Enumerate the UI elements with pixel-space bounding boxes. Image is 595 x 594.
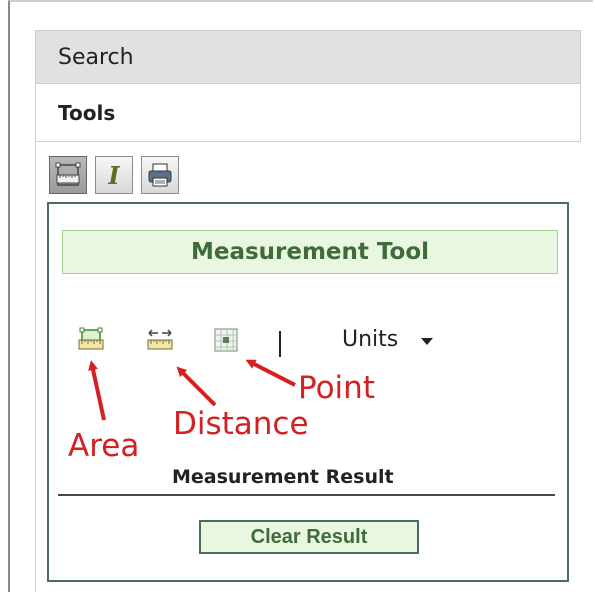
point-arrow — [245, 359, 296, 387]
clear-result-button[interactable]: Clear Result — [199, 520, 419, 554]
annotation-arrows — [88, 359, 296, 421]
area-annotation-label: Area — [68, 428, 140, 464]
measurement-result-label: Measurement Result — [172, 466, 394, 488]
result-divider — [58, 494, 555, 496]
distance-arrow — [176, 366, 217, 407]
area-arrow — [88, 360, 106, 421]
point-annotation-label: Point — [298, 370, 375, 406]
distance-annotation-label: Distance — [173, 406, 309, 442]
